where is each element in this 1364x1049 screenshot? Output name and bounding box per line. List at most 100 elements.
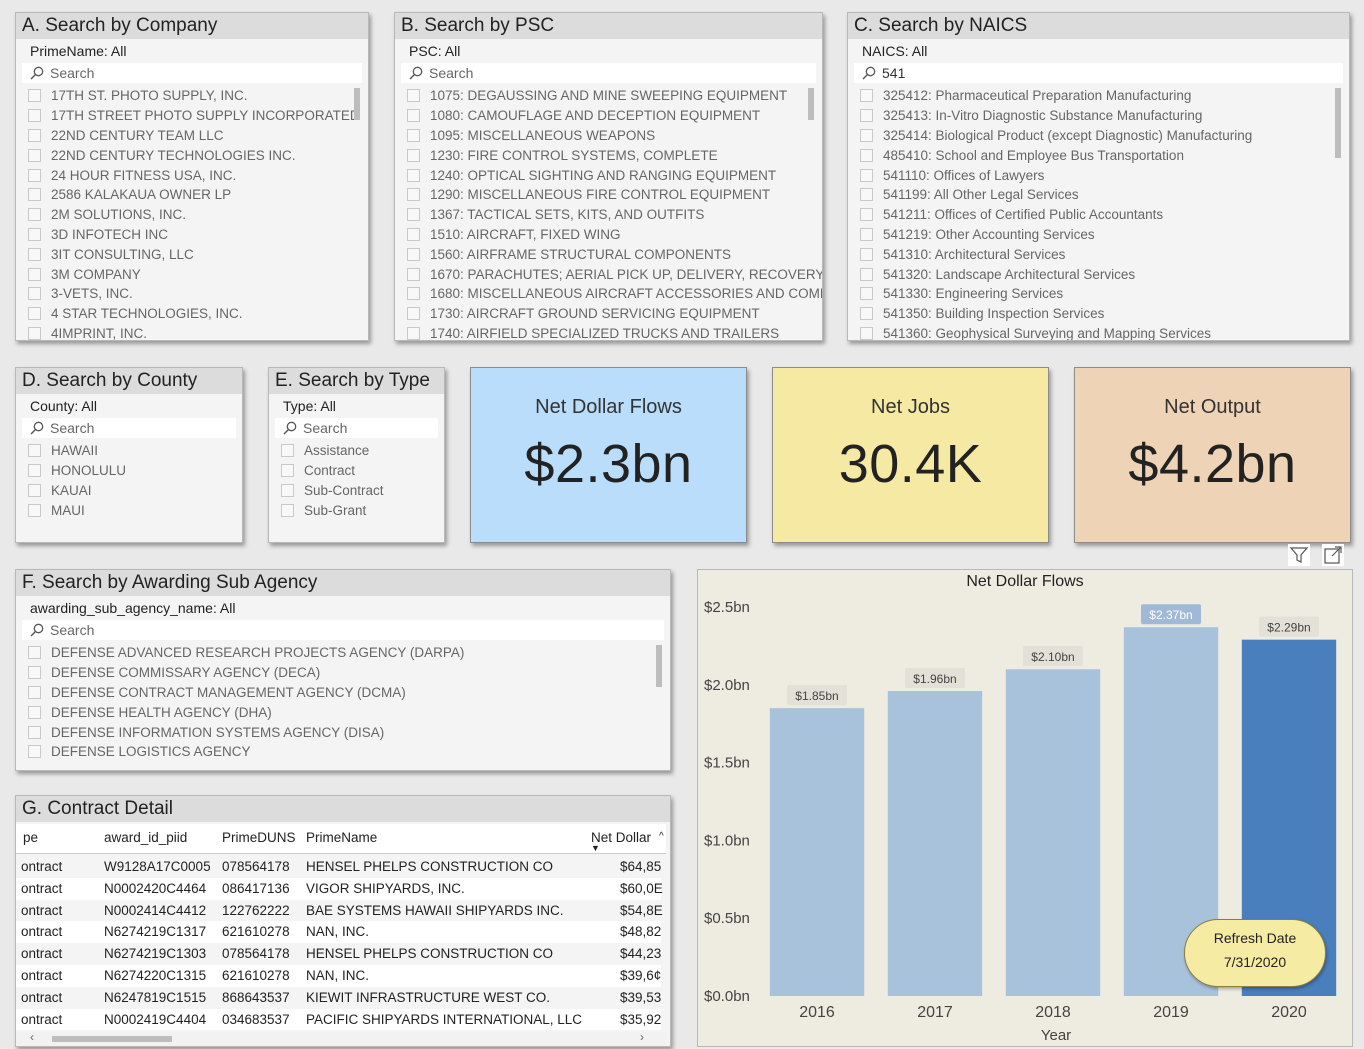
type-search-input[interactable]: Search	[275, 418, 438, 438]
list-item[interactable]: 1240: OPTICAL SIGHTING AND RANGING EQUIP…	[407, 165, 822, 185]
table-row[interactable]: ontract N6274219C1303 078564178 HENSEL PHEL…	[16, 943, 661, 965]
checkbox[interactable]	[28, 148, 41, 162]
checkbox[interactable]	[28, 685, 41, 699]
list-item[interactable]: 541219: Other Accounting Services	[860, 225, 1349, 245]
checkbox[interactable]	[860, 109, 873, 123]
checkbox[interactable]	[28, 89, 41, 103]
checkbox[interactable]	[281, 503, 294, 517]
checkbox[interactable]	[407, 208, 420, 222]
checkbox[interactable]	[28, 109, 41, 123]
checkbox[interactable]	[28, 307, 41, 321]
column-header-type[interactable]: pe	[23, 830, 38, 845]
checkbox[interactable]	[860, 208, 873, 222]
list-item[interactable]: 17TH ST. PHOTO SUPPLY, INC.	[28, 86, 368, 106]
checkbox[interactable]	[860, 267, 873, 281]
list-item[interactable]: 1680: MISCELLANEOUS AIRCRAFT ACCESSORIES…	[407, 284, 822, 304]
table-row[interactable]: ontract N0002420C4464 086417136 VIGOR SHIPY…	[16, 877, 663, 900]
county-search-input[interactable]: Search	[22, 418, 236, 438]
list-item[interactable]: 1510: AIRCRAFT, FIXED WING	[407, 225, 822, 245]
checkbox[interactable]	[860, 188, 873, 202]
table-row[interactable]: ontract N0002414C4412 122762222 BAE SYSTEMS…	[16, 900, 663, 922]
list-item[interactable]: Sub-Contract	[281, 481, 444, 501]
checkbox[interactable]	[860, 89, 873, 103]
list-item[interactable]: 325414: Biological Product (except Diagn…	[860, 126, 1349, 146]
checkbox[interactable]	[407, 188, 420, 202]
list-item[interactable]: 541330: Engineering Services	[860, 284, 1349, 304]
checkbox[interactable]	[860, 148, 873, 162]
checkbox[interactable]	[860, 307, 873, 321]
table-row[interactable]: ontract N6274219C1317 621610278 NAN, INC. $4…	[16, 921, 661, 944]
naics-scrollbar[interactable]	[1335, 88, 1341, 158]
list-item[interactable]: 24 HOUR FITNESS USA, INC.	[28, 165, 368, 185]
list-item[interactable]: 541350: Building Inspection Services	[860, 304, 1349, 324]
checkbox[interactable]	[28, 227, 41, 241]
list-item[interactable]: Assistance	[281, 441, 444, 461]
horizontal-scroll-thumb[interactable]	[52, 1036, 172, 1042]
list-item[interactable]: 1560: AIRFRAME STRUCTURAL COMPONENTS	[407, 244, 822, 264]
naics-search-input[interactable]: 541	[854, 63, 1343, 83]
table-row[interactable]: ontract N6274220C1315 621610278 NAN, INC. $3…	[16, 965, 661, 987]
list-item[interactable]: 2M SOLUTIONS, INC.	[28, 205, 368, 225]
list-item[interactable]: Contract	[281, 461, 444, 481]
checkbox[interactable]	[28, 745, 41, 759]
filter-icon[interactable]	[1288, 544, 1310, 566]
list-item[interactable]: 4 STAR TECHNOLOGIES, INC.	[28, 304, 368, 324]
checkbox[interactable]	[28, 247, 41, 261]
list-item[interactable]: 541199: All Other Legal Services	[860, 185, 1349, 205]
company-scrollbar[interactable]	[354, 88, 360, 120]
list-item[interactable]: 17TH STREET PHOTO SUPPLY INCORPORATED	[28, 106, 368, 126]
checkbox[interactable]	[28, 267, 41, 281]
checkbox[interactable]	[28, 464, 41, 478]
list-item[interactable]: DEFENSE INFORMATION SYSTEMS AGENCY (DISA…	[28, 722, 670, 742]
checkbox[interactable]	[407, 168, 420, 182]
checkbox[interactable]	[28, 168, 41, 182]
list-item[interactable]: 4IMPRINT, INC.	[28, 324, 368, 340]
list-item[interactable]: HAWAII	[28, 441, 242, 461]
checkbox[interactable]	[281, 483, 294, 497]
column-header-net-dollar[interactable]: Net Dollar	[591, 830, 651, 845]
list-item[interactable]: 1730: AIRCRAFT GROUND SERVICING EQUIPMEN…	[407, 304, 822, 324]
checkbox[interactable]	[28, 666, 41, 680]
checkbox[interactable]	[860, 168, 873, 182]
checkbox[interactable]	[407, 267, 420, 281]
list-item[interactable]: 1290: MISCELLANEOUS FIRE CONTROL EQUIPME…	[407, 185, 822, 205]
checkbox[interactable]	[28, 646, 41, 660]
checkbox[interactable]	[407, 307, 420, 321]
list-item[interactable]: 1367: TACTICAL SETS, KITS, AND OUTFITS	[407, 205, 822, 225]
list-item[interactable]: 1740: AIRFIELD SPECIALIZED TRUCKS AND TR…	[407, 324, 822, 340]
list-item[interactable]: 1075: DEGAUSSING AND MINE SWEEPING EQUIP…	[407, 86, 822, 106]
checkbox[interactable]	[28, 208, 41, 222]
checkbox[interactable]	[407, 326, 420, 340]
list-item[interactable]: HONOLULU	[28, 461, 242, 481]
list-item[interactable]: 3IT CONSULTING, LLC	[28, 244, 368, 264]
column-header-prime-name[interactable]: PrimeName	[306, 830, 377, 845]
checkbox[interactable]	[407, 227, 420, 241]
list-item[interactable]: 541360: Geophysical Surveying and Mappin…	[860, 324, 1349, 340]
checkbox[interactable]	[28, 326, 41, 340]
scroll-right-icon[interactable]: ›	[640, 1030, 644, 1044]
sort-descending-icon[interactable]: ▼	[591, 843, 600, 853]
agency-search-input[interactable]: Search	[22, 620, 664, 640]
horizontal-scrollbar[interactable]: ‹ ›	[16, 1030, 666, 1046]
checkbox[interactable]	[860, 128, 873, 142]
checkbox[interactable]	[407, 89, 420, 103]
list-item[interactable]: 1095: MISCELLANEOUS WEAPONS	[407, 126, 822, 146]
checkbox[interactable]	[28, 188, 41, 202]
list-item[interactable]: 1670: PARACHUTES; AERIAL PICK UP, DELIVE…	[407, 264, 822, 284]
checkbox[interactable]	[860, 227, 873, 241]
list-item[interactable]: DEFENSE HEALTH AGENCY (DHA)	[28, 702, 670, 722]
list-item[interactable]: 1230: FIRE CONTROL SYSTEMS, COMPLETE	[407, 145, 822, 165]
checkbox[interactable]	[281, 444, 294, 458]
list-item[interactable]: 22ND CENTURY TECHNOLOGIES INC.	[28, 145, 368, 165]
list-item[interactable]: DEFENSE CONTRACT MANAGEMENT AGENCY (DCMA…	[28, 683, 670, 703]
table-row[interactable]: ontract W9128A17C0005 078564178 HENSEL PHEL…	[16, 856, 661, 878]
checkbox[interactable]	[28, 503, 41, 517]
checkbox[interactable]	[407, 128, 420, 142]
list-item[interactable]: 541211: Offices of Certified Public Acco…	[860, 205, 1349, 225]
table-row[interactable]: ontract N6247819C1515 868643537 KIEWIT INFR…	[16, 987, 661, 1009]
checkbox[interactable]	[28, 128, 41, 142]
list-item[interactable]: Sub-Grant	[281, 500, 444, 520]
checkbox[interactable]	[860, 247, 873, 261]
checkbox[interactable]	[28, 483, 41, 497]
checkbox[interactable]	[860, 287, 873, 301]
